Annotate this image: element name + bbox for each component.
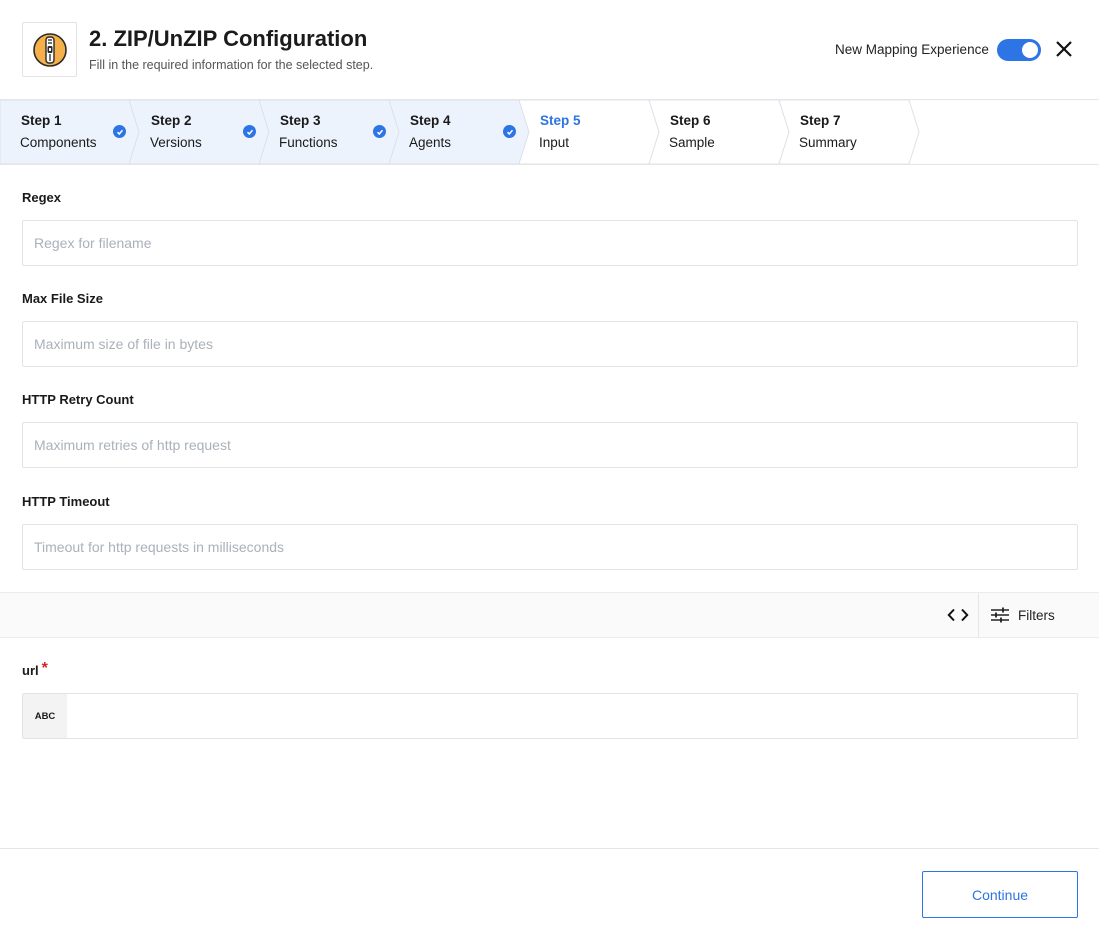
regex-label: Regex [22,190,62,205]
url-label-text: url [22,663,39,678]
modal-footer: Continue [0,848,1099,938]
step-4-agents[interactable]: Step 4 Agents [390,100,520,164]
max-file-size-label: Max File Size [22,291,103,306]
url-field: ABC [22,693,1078,739]
max-file-size-input[interactable] [22,321,1078,367]
step-progress-bar: Step 1 Components Step 2 Versions Step 3… [0,100,1099,165]
modal-header: 2. ZIP/UnZIP Configuration Fill in the r… [0,0,1099,100]
step-number: Step 1 [21,113,62,128]
step-name: Components [20,135,97,150]
http-timeout-input[interactable] [22,524,1078,570]
step-number: Step 2 [151,113,192,128]
http-retry-count-input[interactable] [22,422,1078,468]
check-icon [503,125,516,138]
page-title: 2. ZIP/UnZIP Configuration [89,26,368,51]
mapping-experience-toggle[interactable] [997,39,1041,61]
filters-button[interactable]: Filters [980,593,1080,637]
step-name: Summary [799,135,857,150]
step-number: Step 6 [670,113,711,128]
mapping-toggle-label: New Mapping Experience [835,42,989,57]
http-retry-count-label: HTTP Retry Count [22,392,134,407]
check-icon [373,125,386,138]
step-name: Sample [669,135,715,150]
step-number: Step 7 [800,113,841,128]
step-3-functions[interactable]: Step 3 Functions [260,100,390,164]
url-field-label: url * [22,660,48,680]
step-number: Step 4 [410,113,451,128]
http-timeout-label: HTTP Timeout [22,494,110,509]
mapping-toolbar: Filters [0,592,1099,638]
step-name: Versions [150,135,202,150]
close-icon [1056,41,1072,57]
toggle-knob [1022,42,1038,58]
step-1-components[interactable]: Step 1 Components [0,100,130,164]
close-button[interactable] [1053,38,1075,60]
page-subtitle: Fill in the required information for the… [89,58,374,72]
step-name: Functions [279,135,338,150]
required-marker: * [41,660,48,677]
step-2-versions[interactable]: Step 2 Versions [130,100,260,164]
step-7-summary[interactable]: Step 7 Summary [780,100,910,164]
filters-label: Filters [1018,607,1055,623]
string-type-badge: ABC [23,694,67,738]
check-icon [243,125,256,138]
step-6-sample[interactable]: Step 6 Sample [650,100,780,164]
step-5-input[interactable]: Step 5 Input [520,100,650,164]
code-view-button[interactable] [937,593,979,637]
step-number: Step 5 [540,113,581,128]
sliders-icon [991,607,1009,623]
step-number: Step 3 [280,113,321,128]
code-brackets-icon [946,608,969,622]
step-name: Agents [409,135,452,150]
continue-button[interactable]: Continue [922,871,1078,918]
step-logo [22,22,77,77]
url-input[interactable] [67,694,1077,738]
step-name: Input [539,135,570,150]
check-icon [113,125,126,138]
regex-input[interactable] [22,220,1078,266]
zip-file-icon [32,32,67,67]
